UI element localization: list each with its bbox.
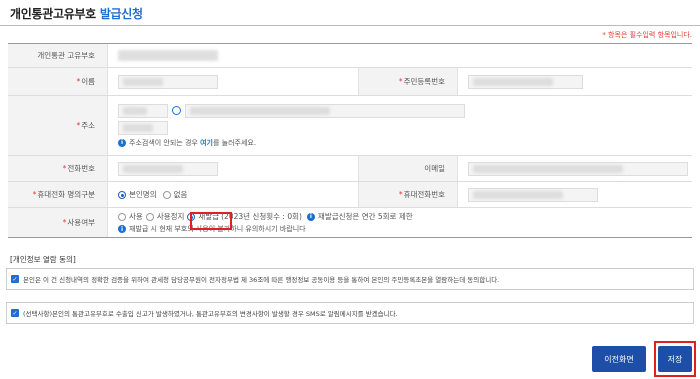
address-field[interactable] xyxy=(185,103,465,118)
reissue-count: (2023년 신청횟수 : 0회) xyxy=(221,212,302,221)
email-field[interactable] xyxy=(468,161,688,176)
info-icon: i xyxy=(118,225,126,233)
required-note: * 항목은 필수입력 항목입니다. xyxy=(602,31,692,39)
mobile-label: 휴대전화번호 xyxy=(358,182,458,207)
reissue-highlight-box xyxy=(190,212,232,230)
prev-button[interactable]: 이전화면 xyxy=(592,346,646,372)
application-form: 개인통관 고유부호 이름 주민등록번호 주소 i 주소검색이 안되는 경우 여기… xyxy=(8,43,692,238)
mobile-type-label: 휴대전화 명의구분 xyxy=(8,182,108,207)
reason-suspend-label: 사용정지 xyxy=(156,212,185,221)
phone-label: 전화번호 xyxy=(8,156,108,181)
search-icon[interactable] xyxy=(172,106,181,115)
radio-checked-icon xyxy=(118,190,126,199)
email-label: 이메일 xyxy=(358,156,458,181)
address-hint: i 주소검색이 안되는 경우 여기 를 눌러주세요. xyxy=(118,138,256,148)
save-highlight-box xyxy=(654,341,696,377)
mobile-type-own-radio[interactable]: 본인명의 xyxy=(118,189,157,200)
info-icon: i xyxy=(118,138,126,147)
row-reason: 사용여부 사용 사용정지 재발급 (2023년 신청횟수 : 0회) i 재발급… xyxy=(8,208,692,238)
page-title-main: 개인통관고유부호 xyxy=(10,7,96,21)
title-divider xyxy=(0,25,700,26)
mobile-type-own-label: 본인명의 xyxy=(129,190,157,199)
rrn-label: 주민등록번호 xyxy=(358,68,458,95)
reason-label: 사용여부 xyxy=(8,208,108,237)
address-label: 주소 xyxy=(8,96,108,155)
postcode-field[interactable] xyxy=(118,103,168,118)
phone-field[interactable] xyxy=(118,161,218,176)
radio-unchecked-icon xyxy=(162,190,171,199)
address-hint-link[interactable]: 여기 xyxy=(200,138,213,148)
customs-code-label: 개인통관 고유부호 xyxy=(8,44,108,67)
customs-code-value xyxy=(118,50,218,61)
consent-item-2[interactable]: ✓ (선택사항)본인의 통관고유부호로 수출입 신고가 발생하였거나, 통관고유… xyxy=(6,302,694,324)
consent-item-1-text: 본인은 이 건 신청내역의 정확한 검증을 위하여 관세청 담당공무원이 전자정… xyxy=(23,276,500,284)
page-title-accent: 발급신청 xyxy=(99,7,143,21)
rrn-field[interactable] xyxy=(468,74,583,89)
name-label: 이름 xyxy=(8,68,108,95)
info-icon: i xyxy=(306,212,315,221)
page-title: 개인통관고유부호 발급신청 xyxy=(10,5,143,22)
checkbox-checked-icon[interactable]: ✓ xyxy=(11,275,19,283)
row-mobile: 휴대전화 명의구분 본인명의 없음 휴대전화번호 xyxy=(8,182,692,208)
mobile-field[interactable] xyxy=(468,187,598,202)
row-phone: 전화번호 이메일 xyxy=(8,156,692,182)
consent-item-1[interactable]: ✓ 본인은 이 건 신청내역의 정확한 검증을 위하여 관세청 담당공무원이 전… xyxy=(6,268,694,290)
checkbox-checked-icon[interactable]: ✓ xyxy=(11,309,19,317)
reason-use-label: 사용 xyxy=(129,212,143,221)
address-hint-prefix: 주소검색이 안되는 경우 xyxy=(129,138,198,147)
row-name: 이름 주민등록번호 xyxy=(8,68,692,96)
reason-suspend-radio[interactable]: 사용정지 xyxy=(145,211,185,222)
reason-use-radio[interactable]: 사용 xyxy=(118,211,143,222)
row-customs-code: 개인통관 고유부호 xyxy=(8,44,692,68)
row-address: 주소 i 주소검색이 안되는 경우 여기를 눌러주세요. xyxy=(8,96,692,156)
name-field[interactable] xyxy=(118,74,218,89)
address-hint-suffix: 를 눌러주세요. xyxy=(212,138,257,147)
reissue-limit: 재발급신청은 연간 5회로 제한 xyxy=(317,212,413,221)
radio-unchecked-icon xyxy=(118,212,126,221)
consent-heading: [개인정보 열람 동의] xyxy=(10,255,76,264)
consent-item-2-text: (선택사항)본인의 통관고유부호로 수출입 신고가 발생하였거나, 통관고유부호… xyxy=(23,310,398,318)
radio-unchecked-icon xyxy=(145,212,154,221)
mobile-type-none-radio[interactable]: 없음 xyxy=(162,189,188,200)
address-detail-field[interactable] xyxy=(118,120,168,135)
mobile-type-none-label: 없음 xyxy=(173,190,188,199)
